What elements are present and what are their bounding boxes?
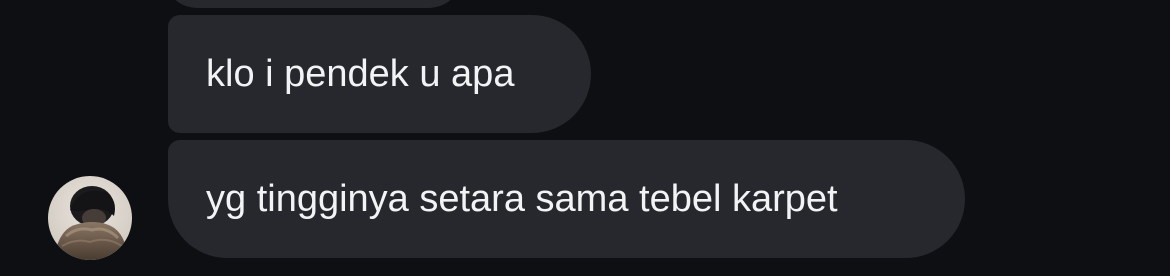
message-text: klo i pendek u apa bbox=[206, 53, 515, 95]
message-bubble[interactable]: klo i pendek u apa bbox=[168, 15, 591, 133]
message-text: yg tingginya setara sama tebel karpet bbox=[206, 178, 838, 220]
profile-photo-icon bbox=[48, 176, 132, 260]
message-bubble[interactable]: yg tingginya setara sama tebel karpet bbox=[168, 140, 965, 258]
sender-avatar[interactable] bbox=[48, 176, 132, 260]
previous-message-bubble[interactable] bbox=[168, 0, 458, 8]
